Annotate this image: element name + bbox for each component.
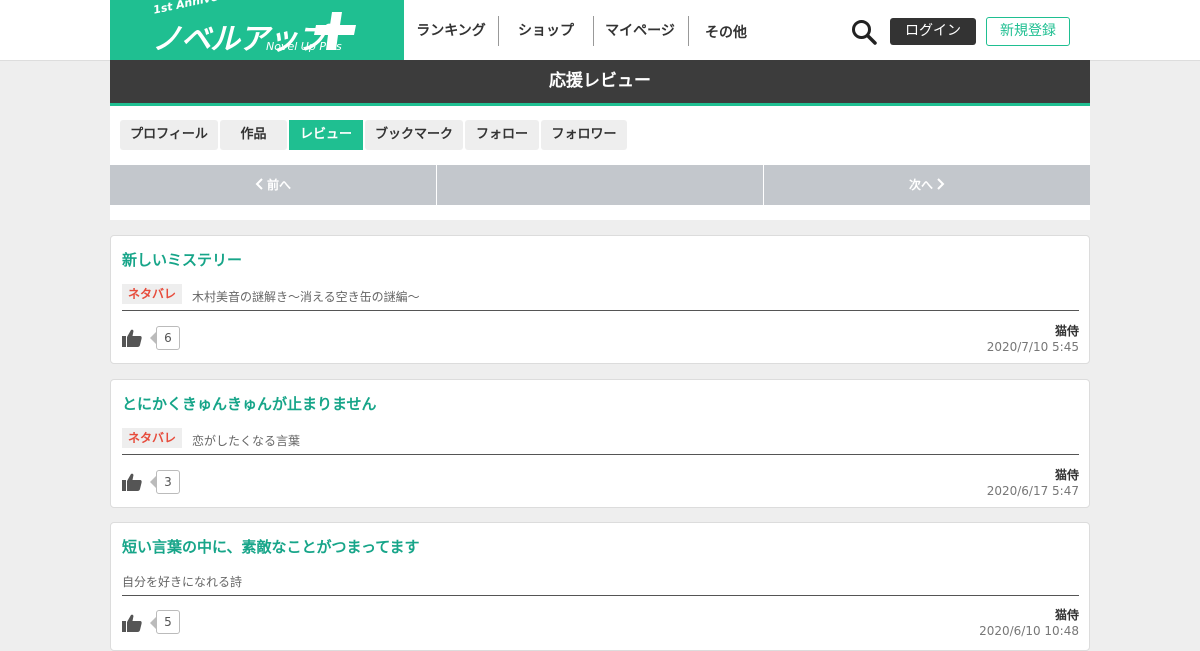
prev-label: 前へ <box>266 178 291 192</box>
review-title[interactable]: 新しいミステリー <box>122 249 242 270</box>
review-work-title[interactable]: 自分を好きになれる詩 <box>122 573 242 590</box>
thumbs-up-icon[interactable] <box>122 473 142 491</box>
review-date: 2020/6/10 10:48 <box>979 624 1079 638</box>
profile-panel: プロフィール 作品 レビュー ブックマーク フォロー フォロワー 前へ 次へ <box>110 106 1090 220</box>
review-author[interactable]: 猫侍 <box>1055 322 1079 339</box>
review-title[interactable]: とにかくきゅんきゅんが止まりません <box>122 393 377 414</box>
review-author[interactable]: 猫侍 <box>1055 606 1079 623</box>
review-card: 短い言葉の中に、素敵なことがつまってます 自分を好きになれる詩 5 猫侍 202… <box>110 522 1090 651</box>
thumbs-up-icon[interactable] <box>122 614 142 632</box>
tab-profile[interactable]: プロフィール <box>120 120 218 150</box>
tab-followers[interactable]: フォロワー <box>541 120 627 150</box>
review-date: 2020/6/17 5:47 <box>986 484 1079 498</box>
review-date: 2020/7/10 5:45 <box>986 340 1079 354</box>
spoiler-badge: ネタバレ <box>122 428 183 448</box>
thumbs-up-icon[interactable] <box>122 329 142 347</box>
tab-reviews[interactable]: レビュー <box>289 120 363 150</box>
spoiler-badge: ネタバレ <box>122 284 183 304</box>
page-title: 応援レビュー <box>110 60 1090 106</box>
next-page-button[interactable]: 次へ <box>764 165 1090 205</box>
chevron-left-icon <box>255 178 263 190</box>
review-card: とにかくきゅんきゅんが止まりません ネタバレ 恋がしたくなる言葉 3 猫侍 20… <box>110 379 1090 508</box>
search-icon[interactable] <box>851 19 877 45</box>
nav-other[interactable]: その他 <box>698 19 754 47</box>
pager: 前へ 次へ <box>110 165 1090 205</box>
review-work-title[interactable]: 木村美音の謎解き〜消える空き缶の謎編〜 <box>192 288 420 305</box>
like-count: 5 <box>156 610 180 634</box>
pager-center <box>437 165 763 205</box>
prev-page-button[interactable]: 前へ <box>110 165 436 205</box>
nav-mypage[interactable]: マイページ <box>602 17 678 45</box>
nav-ranking[interactable]: ランキング <box>414 17 488 45</box>
divider <box>122 595 1079 596</box>
review-author[interactable]: 猫侍 <box>1055 466 1079 483</box>
chevron-right-icon <box>937 178 945 190</box>
logo-plus-icon <box>314 12 356 50</box>
divider <box>122 454 1079 455</box>
tab-bookmarks[interactable]: ブックマーク <box>365 120 463 150</box>
nav-shop[interactable]: ショップ <box>508 17 584 45</box>
login-button[interactable]: ログイン <box>890 18 976 45</box>
register-button[interactable]: 新規登録 <box>986 17 1070 46</box>
like-count: 3 <box>156 470 180 494</box>
nav-divider <box>498 16 499 46</box>
like-count: 6 <box>156 326 180 350</box>
nav-divider <box>593 16 594 46</box>
top-header: 1st Anniversary ノベルアップ Novel Up Plus ランキ… <box>0 0 1200 61</box>
review-card: 新しいミステリー ネタバレ 木村美音の謎解き〜消える空き缶の謎編〜 6 猫侍 2… <box>110 235 1090 364</box>
nav-divider <box>688 16 689 46</box>
review-work-title[interactable]: 恋がしたくなる言葉 <box>192 432 300 449</box>
site-logo[interactable]: 1st Anniversary ノベルアップ Novel Up Plus <box>110 0 404 60</box>
divider <box>122 310 1079 311</box>
tab-follow[interactable]: フォロー <box>465 120 539 150</box>
next-label: 次へ <box>908 178 933 192</box>
review-title[interactable]: 短い言葉の中に、素敵なことがつまってます <box>122 536 419 557</box>
tab-works[interactable]: 作品 <box>220 120 287 150</box>
